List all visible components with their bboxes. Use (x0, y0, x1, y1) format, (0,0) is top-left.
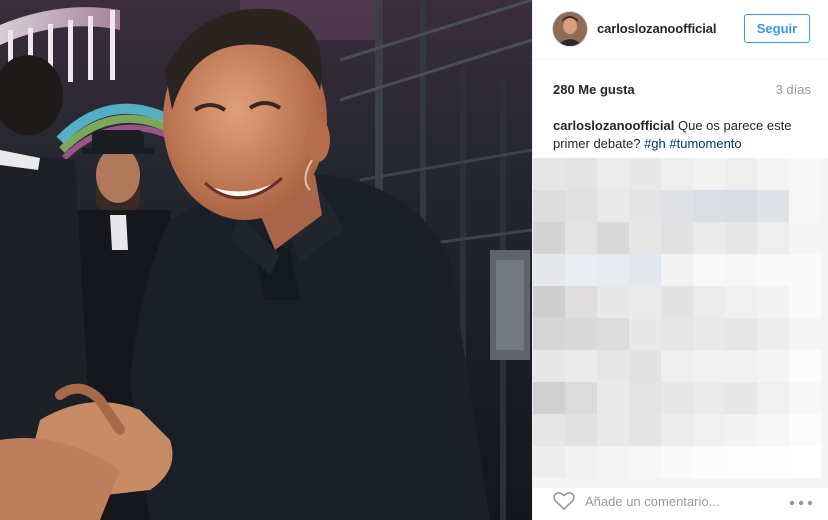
caption-username[interactable]: carloslozanoofficial (553, 118, 674, 133)
post-author-username[interactable]: carloslozanoofficial (597, 21, 716, 36)
follow-button[interactable]: Seguir (744, 14, 810, 43)
blurred-comments (533, 158, 828, 488)
like-count[interactable]: 280 Me gusta (553, 82, 635, 97)
pixelation-mosaic (533, 158, 828, 488)
post-caption: carloslozanoofficial Que os parece este … (553, 117, 809, 153)
avatar[interactable] (553, 12, 587, 46)
instagram-post: carloslozanoofficial Seguir 280 Me gusta… (0, 0, 828, 520)
avatar-image (553, 12, 587, 46)
post-time[interactable]: 3 días (776, 82, 811, 97)
hashtag-link[interactable]: #tumomento (669, 136, 741, 151)
post-photo[interactable] (0, 0, 532, 520)
post-sidebar: carloslozanoofficial Seguir 280 Me gusta… (532, 0, 828, 520)
heart-icon[interactable] (553, 491, 575, 511)
more-options-icon[interactable] (789, 494, 813, 508)
photo-illustration (0, 0, 532, 520)
post-footer (533, 482, 828, 520)
post-header: carloslozanoofficial Seguir (533, 0, 828, 60)
post-stats: 280 Me gusta 3 días (553, 82, 811, 100)
comment-input[interactable] (585, 492, 765, 510)
hashtag-link[interactable]: #gh (644, 136, 666, 151)
